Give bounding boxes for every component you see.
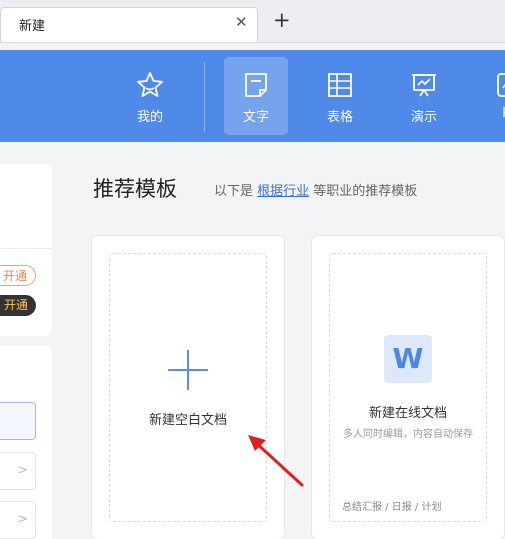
industry-link[interactable]: 根据行业 [257, 184, 309, 199]
w-icon: W [384, 335, 432, 383]
activate-button[interactable]: 开通 [0, 265, 36, 286]
tab-bar: 新建 ✕ + [0, 0, 505, 43]
document-icon [245, 73, 267, 97]
nav-mine[interactable]: 我的 [118, 57, 182, 135]
card-footer: 总结汇报 / 日报 / 计划 [342, 502, 442, 513]
nav-mine-label: 我的 [136, 110, 163, 125]
new-online-document-card[interactable]: W 新建在线文档 多人同时编辑，内容自动保存 总结汇报 / 日报 / 计划 [312, 236, 504, 539]
presentation-icon [412, 74, 436, 97]
nav-spreadsheet[interactable]: 表格 [308, 57, 372, 135]
nav-pdf[interactable]: PI [476, 57, 505, 135]
star-icon [137, 72, 163, 97]
new-blank-document-card[interactable]: 新建空白文档 [92, 236, 284, 539]
annotation-arrow-icon [248, 435, 304, 487]
page-title: 推荐模板 [93, 177, 177, 201]
header-bar: 我的 文字 表格 演示 PI [0, 50, 505, 142]
nav-spreadsheet-label: 表格 [326, 110, 353, 125]
nav-separator [204, 62, 205, 132]
sidebar-item-selected[interactable] [0, 402, 36, 440]
sidebar-panel: > > [0, 346, 52, 539]
card-description: 多人同时编辑，内容自动保存 [343, 429, 473, 440]
nav-writer-label: 文字 [242, 110, 269, 125]
subtitle-suffix: 等职业的推荐模板 [309, 184, 418, 199]
panel-divider [0, 248, 52, 249]
nav-pdf-label: PI [476, 106, 505, 121]
close-icon[interactable]: ✕ [235, 13, 248, 31]
pdf-icon [497, 73, 505, 97]
tab-title: 新建 [19, 19, 46, 34]
nav-writer[interactable]: 文字 [224, 57, 288, 135]
subtitle: 以下是 根据行业 等职业的推荐模板 [214, 180, 417, 199]
tab-new-document[interactable]: 新建 ✕ [0, 7, 258, 42]
plus-icon [168, 350, 208, 390]
nav-presentation-label: 演示 [410, 110, 437, 125]
new-tab-button[interactable]: + [273, 8, 291, 32]
sidebar-item[interactable]: > [0, 501, 36, 539]
subtitle-prefix: 以下是 [214, 184, 258, 199]
nav-presentation[interactable]: 演示 [392, 57, 456, 135]
activate-vip-button[interactable]: 开通 [0, 295, 36, 316]
sidebar-item[interactable]: > [0, 452, 36, 490]
account-panel: 开通 开通 [0, 164, 52, 336]
chevron-right-icon: > [17, 463, 28, 478]
chevron-right-icon: > [17, 512, 28, 527]
card-label: 新建在线文档 [368, 406, 447, 421]
table-icon [328, 73, 352, 97]
card-dashed-border [329, 253, 487, 522]
